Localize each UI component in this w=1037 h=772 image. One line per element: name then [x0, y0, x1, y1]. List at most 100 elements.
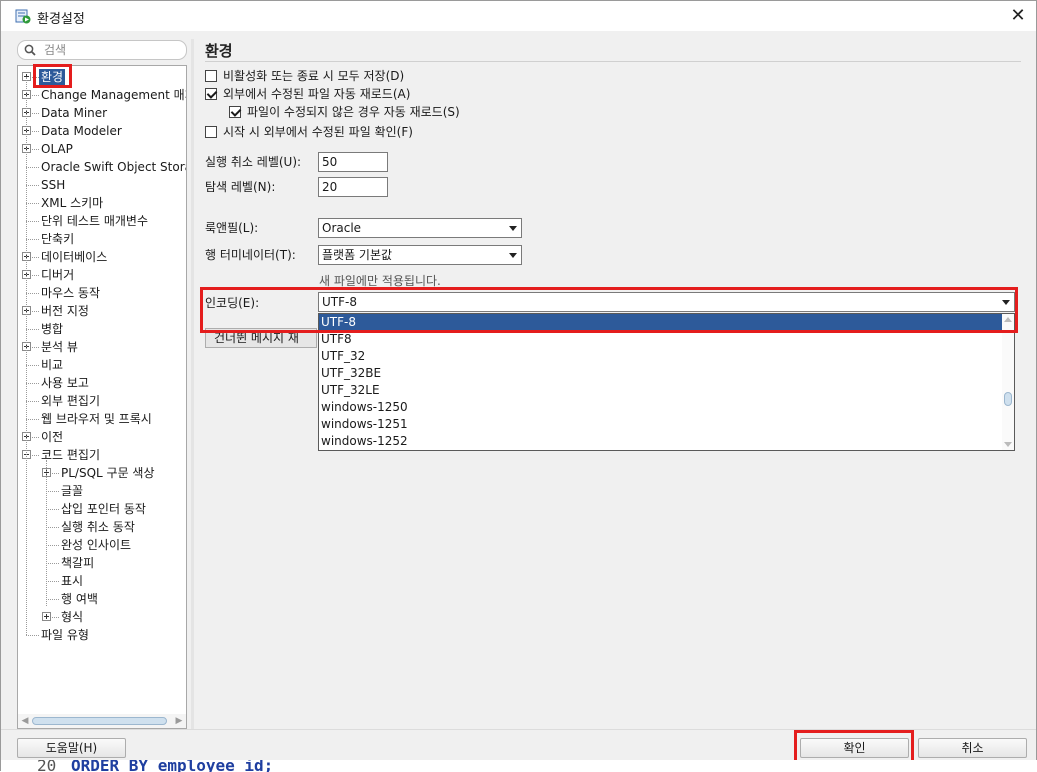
tree-item[interactable]: 웹 브라우저 및 프록시	[18, 410, 186, 428]
line-terminator-select[interactable]: 플랫폼 기본값	[318, 245, 522, 265]
panel-title-divider	[205, 61, 1021, 62]
close-button[interactable]: ✕	[1006, 4, 1030, 28]
tree-item[interactable]: 버전 지정	[18, 302, 186, 320]
tree-item[interactable]: Change Management 매개	[18, 86, 186, 104]
tree-connector-vertical	[46, 460, 47, 606]
tree-item[interactable]: 병합	[18, 320, 186, 338]
encoding-option[interactable]: UTF_32BE	[319, 365, 1004, 382]
tree-item[interactable]: 완성 인사이트	[18, 536, 186, 554]
checkbox[interactable]	[205, 88, 217, 100]
tree-item-label: Data Miner	[41, 106, 108, 120]
cancel-button[interactable]: 취소	[918, 738, 1027, 758]
tree-connector	[32, 347, 39, 348]
tree-item-label: XML 스키마	[41, 196, 104, 210]
tree-item[interactable]: OLAP	[18, 140, 186, 158]
tree-item[interactable]: 외부 편집기	[18, 392, 186, 410]
tree-item[interactable]: SSH	[18, 176, 186, 194]
encoding-option[interactable]: windows-1251	[319, 416, 1004, 433]
encoding-option[interactable]: UTF_32	[319, 348, 1004, 365]
tree-connector	[32, 257, 39, 258]
tree-item-label: 코드 편집기	[41, 448, 101, 462]
tree-connector	[32, 455, 39, 456]
scroll-down-icon[interactable]	[1004, 442, 1012, 447]
tree-item[interactable]: 파일 유형	[18, 626, 186, 644]
tree-item-label: 버전 지정	[41, 304, 89, 318]
checkbox[interactable]	[205, 126, 217, 138]
nav-level-input[interactable]: 20	[318, 177, 388, 197]
search-icon	[24, 44, 36, 56]
tree-item[interactable]: 코드 편집기	[18, 446, 186, 464]
tree-connector	[26, 203, 39, 204]
scrollbar-thumb[interactable]	[1004, 392, 1012, 406]
close-icon: ✕	[1010, 5, 1026, 26]
checkbox-label: 시작 시 외부에서 수정된 파일 확인(F)	[223, 125, 413, 139]
tree-connector	[32, 95, 39, 96]
checkbox-label: 비활성화 또는 종료 시 모두 저장(D)	[223, 69, 405, 83]
tree-item[interactable]: 행 여백	[18, 590, 186, 608]
tree-item[interactable]: 표시	[18, 572, 186, 590]
look-and-feel-select[interactable]: Oracle	[318, 218, 522, 238]
checkbox[interactable]	[205, 70, 217, 82]
encoding-option[interactable]: windows-1252	[319, 433, 1004, 450]
encoding-option[interactable]: UTF8	[319, 331, 1004, 348]
checkbox[interactable]	[229, 106, 241, 118]
select-value: Oracle	[322, 221, 362, 235]
tree-connector	[26, 383, 39, 384]
tree-item[interactable]: 글꼴	[18, 482, 186, 500]
tree-item[interactable]: 형식	[18, 608, 186, 626]
tree-item-label: 단축키	[41, 232, 75, 246]
tree-item[interactable]: 비교	[18, 356, 186, 374]
tree-item-label: 형식	[61, 610, 84, 624]
panel-splitter[interactable]	[191, 39, 194, 729]
dropdown-vertical-scrollbar[interactable]	[1002, 314, 1014, 450]
search-field[interactable]	[17, 40, 187, 60]
tree-item[interactable]: Data Modeler	[18, 122, 186, 140]
line-terminator-label: 행 터미네이터(T):	[205, 248, 296, 262]
tree-item[interactable]: 단위 테스트 매개변수	[18, 212, 186, 230]
tree-item[interactable]: 실행 취소 동작	[18, 518, 186, 536]
editor-line-number: 20	[37, 760, 57, 772]
tree-connector	[32, 113, 39, 114]
highlight-box-tree	[33, 64, 72, 88]
tree-connector	[26, 329, 39, 330]
help-button[interactable]: 도움말(H)	[17, 738, 126, 758]
tree-item-label: 실행 취소 동작	[61, 520, 135, 534]
undo-level-input[interactable]: 50	[318, 152, 388, 172]
tree-connector	[52, 617, 59, 618]
panel-title: 환경	[205, 42, 233, 60]
tree-item[interactable]: 분석 뷰	[18, 338, 186, 356]
checkbox-label: 파일이 수정되지 않은 경우 자동 재로드(S)	[247, 105, 460, 119]
encoding-option[interactable]: windows-1250	[319, 399, 1004, 416]
chevron-down-icon	[509, 226, 517, 231]
tree-item[interactable]: 마우스 동작	[18, 284, 186, 302]
tree-item[interactable]: XML 스키마	[18, 194, 186, 212]
scrollbar-thumb[interactable]	[32, 717, 167, 725]
tree-connector	[26, 635, 39, 636]
tree-item[interactable]: 단축키	[18, 230, 186, 248]
tree-connector	[32, 311, 39, 312]
tree-item-label: Oracle Swift Object Storag	[41, 160, 186, 174]
look-and-feel-label: 룩앤필(L):	[205, 221, 259, 235]
chevron-down-icon	[509, 253, 517, 258]
tree-item[interactable]: 이전	[18, 428, 186, 446]
tree-connector	[46, 509, 59, 510]
tree-item[interactable]: 디버거	[18, 266, 186, 284]
scroll-left-icon[interactable]: ◀	[18, 714, 32, 728]
tree-item-label: 병합	[41, 322, 64, 336]
tree-item[interactable]: 사용 보고	[18, 374, 186, 392]
tree-connector	[26, 293, 39, 294]
tree-horizontal-scrollbar[interactable]: ◀ ▶	[18, 714, 186, 728]
tree-item[interactable]: Oracle Swift Object Storag	[18, 158, 186, 176]
tree-connector	[26, 167, 39, 168]
encoding-option[interactable]: UTF_32LE	[319, 382, 1004, 399]
tree-item[interactable]: 책갈피	[18, 554, 186, 572]
expand-icon[interactable]	[42, 612, 51, 621]
search-input[interactable]	[42, 42, 182, 58]
tree-item[interactable]: Data Miner	[18, 104, 186, 122]
scroll-right-icon[interactable]: ▶	[172, 714, 186, 728]
tree-item[interactable]: 데이터베이스	[18, 248, 186, 266]
tree-connector	[26, 365, 39, 366]
tree-item[interactable]: PL/SQL 구문 색상	[18, 464, 186, 482]
tree-connector	[26, 185, 39, 186]
tree-item[interactable]: 삽입 포인터 동작	[18, 500, 186, 518]
